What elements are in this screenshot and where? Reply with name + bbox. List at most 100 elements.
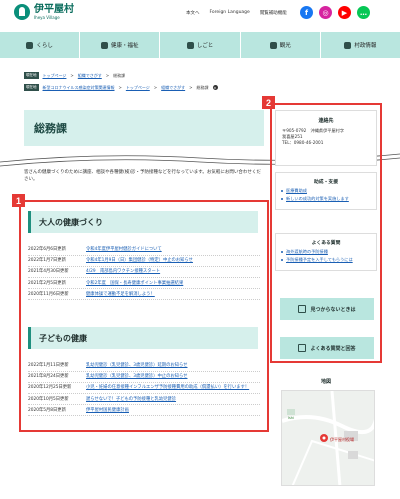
list-item: 2022年6月6日更新 令和4年度伊平屋村健診ガイドについて xyxy=(28,245,260,257)
briefcase-icon xyxy=(186,41,194,49)
news-link[interactable]: 遅らせないで！子どもの予防接種と乳幼児健診 xyxy=(86,397,176,403)
map-pin-icon[interactable] xyxy=(320,434,328,442)
question-bubble-icon xyxy=(298,344,307,352)
faq-heading: よくある質問 xyxy=(311,241,341,246)
faq-link[interactable]: 海外渡航時の予防接種 xyxy=(281,249,370,255)
breadcrumb-link[interactable]: トップページ xyxy=(126,85,150,91)
contact-phone: TEL：0980-46-2001 xyxy=(282,140,324,145)
not-found-label: 見つからないときは xyxy=(310,306,356,313)
youtube-icon[interactable]: ▶ xyxy=(338,6,351,19)
utility-links: 本文へ Foreign Language 閲覧補助機能 xyxy=(186,10,287,16)
news-date: 2020年11月6日更新 xyxy=(28,291,69,297)
breadcrumb: 現在地 トップページ > 組織でさがす > 総務課 xyxy=(24,72,126,79)
news-date: 2021年8月24日更新 xyxy=(28,374,69,380)
support-link[interactable]: 新しいの成功的対策を実施します xyxy=(281,196,370,202)
map-road-label: Ishi xyxy=(288,416,294,420)
child-health-heading: 子どもの健康 xyxy=(28,327,258,349)
map-canvas: 伊平屋村役場 Ishi xyxy=(282,391,374,485)
building-icon xyxy=(344,41,352,49)
not-found-button[interactable]: 見つからないときは xyxy=(280,298,374,320)
news-link[interactable]: 伊平屋村国民健康計画 xyxy=(86,408,129,414)
foreign-language-link[interactable]: Foreign Language xyxy=(210,10,250,16)
village-emblem-icon xyxy=(14,4,30,20)
news-date: 2022年1月11日更新 xyxy=(28,363,69,369)
annotation-badge-1: 1 xyxy=(12,194,25,207)
breadcrumb-link[interactable]: 組織でさがす xyxy=(78,73,102,79)
news-date: 2020年5月8日更新 xyxy=(28,407,66,413)
contact-heading: 連絡先 xyxy=(318,118,334,124)
nav-item-tourism[interactable]: 観光 xyxy=(241,32,321,58)
support-box: 助成・支援 医療費助成 新しいの成功的対策を実施します xyxy=(275,172,377,210)
page-title: 総務課 xyxy=(34,122,67,135)
nav-item-health[interactable]: 健康・福祉 xyxy=(80,32,161,58)
news-link[interactable]: 健康体操で運動不足を解消しよう！ xyxy=(86,292,155,298)
nav-label: 村政情報 xyxy=(354,43,377,49)
list-item: 2020年5月8日更新 伊平屋村国民健康計画 xyxy=(28,405,260,417)
nav-label: 健康・福祉 xyxy=(111,43,139,49)
list-item: 2021年8月24日更新 乳幼児健診（乳児健診、3歳児健診）中止のお知らせ xyxy=(28,372,260,384)
page-title-box: 総務課 xyxy=(24,110,264,146)
child-news-list: 2022年1月11日更新 乳幼児健診（乳児健診、3歳児健診）延期のお知らせ 202… xyxy=(28,361,260,417)
accessibility-link[interactable]: 閲覧補助機能 xyxy=(260,10,287,16)
nav-label: くらし xyxy=(36,43,53,49)
support-heading: 助成・支援 xyxy=(314,180,338,185)
faq-button[interactable]: よくある質問と回答 xyxy=(280,337,374,359)
list-item: 2021年4月30日更新 4/29 南部島内ワクチン接種スタート xyxy=(28,267,260,279)
adult-news-list: 2022年6月6日更新 令和4年度伊平屋村健診ガイドについて 2022年1月7日更… xyxy=(28,245,260,301)
news-date: 2020年10月5日更新 xyxy=(28,396,69,402)
news-link[interactable]: 令和4年1月9日（日）集団健診（特定）中止のお知らせ xyxy=(86,258,193,264)
support-link[interactable]: 医療費助成 xyxy=(281,188,370,194)
breadcrumb-tag: 現在地 xyxy=(24,72,39,79)
nav-item-living[interactable]: くらし xyxy=(0,32,81,58)
map-heading: 地図 xyxy=(320,379,331,385)
news-link[interactable]: 小児・妊婦の任意接種インフルエンザ予防接種費用の助成（償還払い）を行います！ xyxy=(86,385,249,391)
news-link[interactable]: 乳幼児健診（乳児健診、3歳児健診）中止のお知らせ xyxy=(86,374,187,380)
house-icon xyxy=(26,41,34,49)
nav-label: しごと xyxy=(196,43,214,49)
adult-health-heading: 大人の健康づくり xyxy=(28,211,258,233)
skip-to-content-link[interactable]: 本文へ xyxy=(186,10,200,16)
faq-link[interactable]: 予防接種予定を入手してもらうには xyxy=(281,257,370,263)
faq-button-label: よくある質問と回答 xyxy=(310,345,356,352)
news-link[interactable]: 令和2年度 国保・長寿健康ポイント事業抽選結果 xyxy=(86,281,183,287)
faq-box: よくある質問 海外渡航時の予防接種 予防接種予定を入手してもらうには xyxy=(275,233,377,271)
nav-item-work[interactable]: しごと xyxy=(160,32,241,58)
magnifier-icon xyxy=(298,305,307,313)
news-link[interactable]: 4/29 南部島内ワクチン接種スタート xyxy=(86,269,160,275)
map-pin-label: 伊平屋村役場 xyxy=(330,436,354,442)
facebook-icon[interactable]: f xyxy=(300,6,313,19)
list-item: 2020年12月25日更新 小児・妊婦の任意接種インフルエンザ予防接種費用の助成（… xyxy=(28,383,260,395)
site-header: 伊平屋村 Iheya Village 本文へ Foreign Language … xyxy=(0,0,400,28)
breadcrumb-link[interactable]: トップページ xyxy=(43,73,67,79)
news-date: 2022年6月6日更新 xyxy=(28,247,66,253)
camera-icon xyxy=(269,41,277,49)
logo-name: 伊平屋村 xyxy=(34,3,74,15)
list-item: 2022年1月7日更新 令和4年1月9日（日）集団健診（特定）中止のお知らせ xyxy=(28,256,260,268)
breadcrumb-current: 総務課 xyxy=(196,84,209,90)
intro-text: 皆さんの健康づくりのために講座、相談や各種健(検)診・予防接種などを行なっていま… xyxy=(24,170,261,182)
annotation-badge-2: 2 xyxy=(262,96,275,109)
news-link[interactable]: 乳幼児健診（乳児健診、3歳児健診）延期のお知らせ xyxy=(86,363,187,369)
logo-subtitle: Iheya Village xyxy=(34,14,60,20)
nav-label: 観光 xyxy=(279,43,291,49)
breadcrumb-link[interactable]: 組織でさがす xyxy=(161,85,185,91)
list-item: 2021年2月5日更新 令和2年度 国保・長寿健康ポイント事業抽選結果 xyxy=(28,278,260,290)
instagram-icon[interactable]: ◎ xyxy=(319,6,332,19)
list-item: 2020年10月5日更新 遅らせないで！子どもの予防接種と乳幼児健診 xyxy=(28,394,260,406)
breadcrumb-link[interactable]: 新型コロナウイルス感染症対策関連情報 xyxy=(43,85,115,91)
close-icon[interactable]: × xyxy=(212,85,218,90)
site-logo[interactable]: 伊平屋村 Iheya Village xyxy=(14,4,74,20)
map-widget[interactable]: 伊平屋村役場 Ishi xyxy=(281,390,375,486)
line-icon[interactable]: … xyxy=(357,6,370,19)
news-date: 2021年2月5日更新 xyxy=(28,280,66,286)
news-date: 2020年12月25日更新 xyxy=(28,385,72,391)
news-link[interactable]: 令和4年度伊平屋村健診ガイドについて xyxy=(86,247,162,253)
global-nav: くらし 健康・福祉 しごと 観光 村政情報 xyxy=(0,32,400,58)
news-date: 2022年1月7日更新 xyxy=(28,258,66,264)
breadcrumb-tag: 現在地 xyxy=(24,84,39,91)
news-date: 2021年4月30日更新 xyxy=(28,269,69,275)
heart-icon xyxy=(101,41,109,49)
breadcrumb: 現在地 新型コロナウイルス感染症対策関連情報 > トップページ > 組織でさがす > … xyxy=(24,84,218,91)
nav-item-government[interactable]: 村政情報 xyxy=(321,32,400,58)
list-item: 2020年11月6日更新 健康体操で運動不足を解消しよう！ xyxy=(28,289,260,301)
